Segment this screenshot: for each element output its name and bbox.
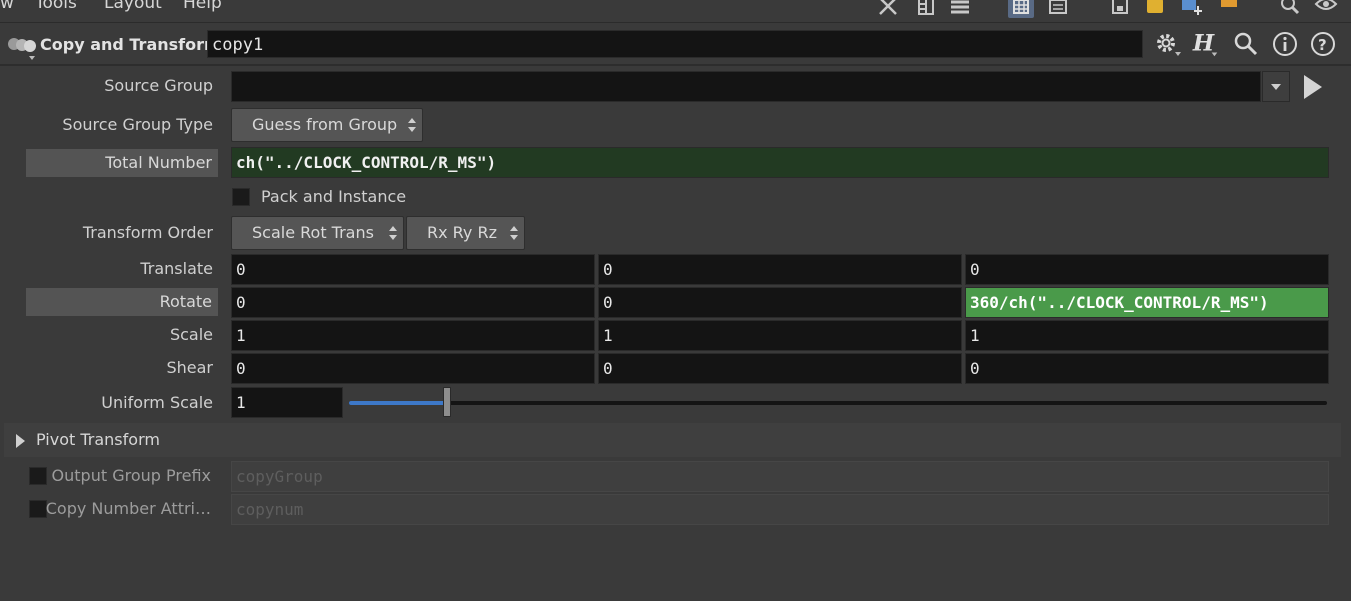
parameter-header: Copy and Transform copy1 H ? bbox=[0, 24, 1351, 66]
menu-bar: w Tools Layout Help bbox=[0, 0, 1351, 23]
rotate-z-field[interactable]: 360/ch("../CLOCK_CONTROL/R_MS") bbox=[965, 287, 1329, 318]
rotate-x-field[interactable]: 0 bbox=[231, 287, 595, 318]
chevron-down-icon bbox=[1271, 84, 1281, 90]
network-box-icon[interactable] bbox=[1216, 0, 1242, 18]
transform-order-label: Transform Order bbox=[82, 223, 213, 242]
search-icon[interactable] bbox=[1231, 30, 1261, 58]
source-group-label: Source Group bbox=[104, 76, 213, 95]
pivot-transform-label: Pivot Transform bbox=[36, 430, 160, 449]
uniform-scale-slider[interactable] bbox=[349, 387, 1327, 417]
copy-number-attrib-field[interactable]: copynum bbox=[231, 494, 1329, 525]
translate-x-field[interactable]: 0 bbox=[231, 254, 595, 285]
grid-view-icon[interactable] bbox=[1008, 0, 1034, 18]
node-name-field[interactable]: copy1 bbox=[207, 30, 1143, 58]
translate-z-field[interactable]: 0 bbox=[965, 254, 1329, 285]
rotation-order-value: Rx Ry Rz bbox=[427, 223, 497, 242]
slider-fill bbox=[349, 401, 447, 405]
rotation-order-menu[interactable]: Rx Ry Rz bbox=[406, 216, 525, 250]
output-group-prefix-field[interactable]: copyGroup bbox=[231, 461, 1329, 492]
uniform-scale-label: Uniform Scale bbox=[101, 393, 213, 412]
total-number-field[interactable]: ch("../CLOCK_CONTROL/R_MS") bbox=[231, 147, 1329, 178]
source-group-type-menu[interactable]: Guess from Group bbox=[231, 108, 423, 142]
eye-icon[interactable] bbox=[1313, 0, 1339, 18]
scale-z-field[interactable]: 1 bbox=[965, 320, 1329, 351]
menu-tools[interactable]: Tools bbox=[35, 0, 77, 13]
shear-y-field[interactable]: 0 bbox=[598, 353, 962, 384]
copy-node-icon[interactable] bbox=[7, 36, 36, 60]
menu-layout[interactable]: Layout bbox=[104, 0, 162, 13]
shear-label: Shear bbox=[166, 358, 213, 377]
copy-number-attrib-toggle[interactable] bbox=[29, 500, 47, 518]
output-group-prefix-toggle[interactable] bbox=[29, 467, 47, 485]
source-group-type-label: Source Group Type bbox=[62, 115, 213, 134]
svg-text:?: ? bbox=[1318, 36, 1327, 54]
zoom-icon[interactable] bbox=[1277, 0, 1303, 18]
detail-view-icon[interactable] bbox=[1045, 0, 1071, 18]
output-group-prefix-label: Output Group Prefix bbox=[51, 466, 211, 485]
expand-arrow-icon bbox=[16, 434, 25, 448]
rotate-y-field[interactable]: 0 bbox=[598, 287, 962, 318]
scale-x-field[interactable]: 1 bbox=[231, 320, 595, 351]
uniform-scale-field[interactable]: 1 bbox=[231, 387, 343, 418]
scale-y-field[interactable]: 1 bbox=[598, 320, 962, 351]
pack-instance-label: Pack and Instance bbox=[261, 187, 407, 206]
select-arrow-icon[interactable] bbox=[1300, 73, 1324, 105]
translate-y-field[interactable]: 0 bbox=[598, 254, 962, 285]
menu-window[interactable]: w bbox=[0, 0, 14, 13]
scale-label: Scale bbox=[169, 325, 213, 344]
save-icon[interactable] bbox=[1107, 0, 1133, 18]
spin-arrows-icon bbox=[389, 226, 397, 240]
pivot-transform-folder[interactable]: Pivot Transform bbox=[4, 423, 1341, 457]
gear-icon[interactable] bbox=[1152, 30, 1182, 58]
split-pane-icon[interactable] bbox=[913, 0, 939, 18]
transform-order-menu[interactable]: Scale Rot Trans bbox=[231, 216, 404, 250]
list-view-icon[interactable] bbox=[947, 0, 973, 18]
copy-number-attrib-label: Copy Number Attri… bbox=[45, 499, 211, 518]
add-image-icon[interactable] bbox=[1179, 0, 1205, 18]
help-icon[interactable]: ? bbox=[1308, 30, 1338, 58]
note-icon[interactable] bbox=[1142, 0, 1168, 18]
pack-instance-checkbox[interactable] bbox=[232, 188, 250, 206]
source-group-field[interactable] bbox=[231, 71, 1261, 102]
svg-text:H: H bbox=[1192, 31, 1215, 57]
slider-handle[interactable] bbox=[443, 387, 451, 417]
tools-icon[interactable] bbox=[875, 0, 901, 18]
rotate-label: Rotate bbox=[26, 288, 218, 316]
info-icon[interactable] bbox=[1270, 30, 1300, 58]
total-number-label: Total Number bbox=[26, 149, 218, 177]
shear-x-field[interactable]: 0 bbox=[231, 353, 595, 384]
shear-z-field[interactable]: 0 bbox=[965, 353, 1329, 384]
spin-arrows-icon bbox=[408, 118, 416, 132]
transform-order-value: Scale Rot Trans bbox=[252, 223, 374, 242]
source-group-dropdown[interactable] bbox=[1262, 71, 1290, 102]
node-type-label: Copy and Transform bbox=[40, 35, 221, 54]
houdini-help-icon[interactable]: H bbox=[1191, 30, 1221, 58]
translate-label: Translate bbox=[140, 259, 213, 278]
spin-arrows-icon bbox=[510, 226, 518, 240]
menu-help[interactable]: Help bbox=[183, 0, 222, 13]
source-group-type-value: Guess from Group bbox=[252, 115, 398, 134]
